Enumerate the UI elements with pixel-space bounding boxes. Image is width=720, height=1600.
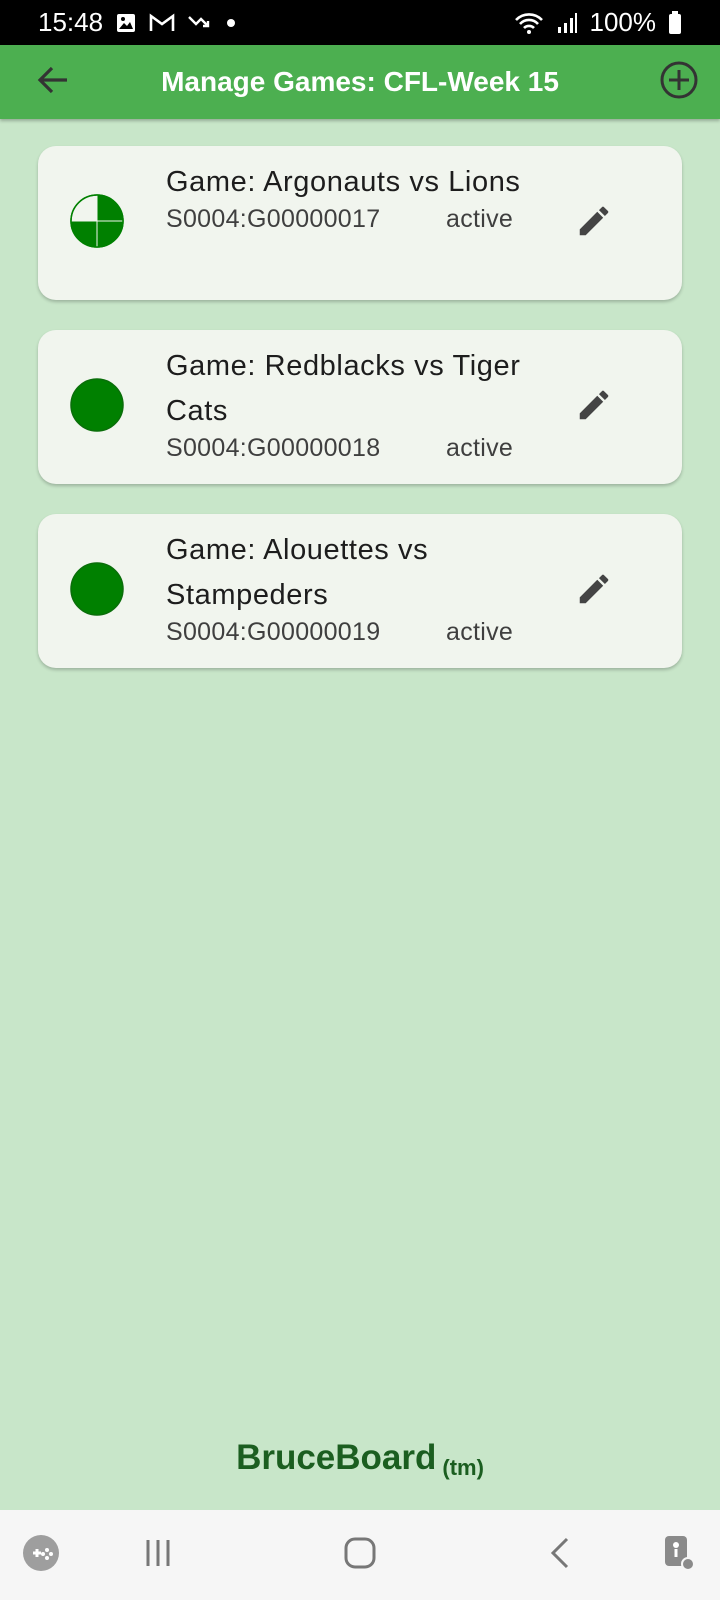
edit-game-button[interactable] [574,387,614,427]
game-title: Game: Argonauts vs Lions [166,166,521,198]
game-card[interactable]: Game: Alouettes vs Stampeders S0004:G000… [38,514,682,668]
image-icon [115,12,137,34]
recents-button[interactable] [133,1530,183,1580]
game-id: S0004:G00000018 [166,434,381,462]
game-launcher-button[interactable] [16,1530,66,1580]
back-icon [543,1535,579,1576]
dot-icon [223,15,239,31]
app-bar: Manage Games: CFL-Week 15 [0,45,720,119]
status-bar: 15:48 100% [0,0,720,45]
full-circle-icon [69,377,125,433]
game-meta: S0004:G00000017 active [166,205,526,234]
nav-back-button[interactable] [536,1530,586,1580]
game-card[interactable]: Game: Argonauts vs Lions S0004:G00000017… [38,146,682,300]
full-circle-icon [69,561,125,617]
battery-percent: 100% [589,7,657,37]
missed-call-icon [187,13,211,33]
battery-icon [668,10,682,35]
pencil-icon [575,570,613,613]
game-id: S0004:G00000017 [166,205,381,233]
game-id: S0004:G00000019 [166,618,381,646]
game-title: Game: Redblacks vs Tiger Cats [166,350,521,427]
page-title: Manage Games: CFL-Week 15 [161,66,559,97]
home-button[interactable] [335,1530,385,1580]
recents-icon [140,1535,176,1576]
status-time: 15:48 [38,7,104,37]
status-bar-right: 100% [514,7,683,38]
gmail-icon [149,12,175,33]
brand-name: BruceBoard [236,1438,437,1477]
game-status: active [446,434,514,462]
game-meta: S0004:G00000019 active [166,618,526,647]
game-card[interactable]: Game: Redblacks vs Tiger Cats S0004:G000… [38,330,682,484]
accessibility-icon [659,1533,699,1578]
quarter-pie-icon [69,193,125,249]
game-status: active [446,205,514,233]
game-status: active [446,618,514,646]
status-bar-left: 15:48 [38,7,239,38]
pencil-icon [575,202,613,245]
home-icon [342,1535,378,1576]
pencil-icon [575,386,613,429]
wifi-icon [514,11,544,35]
back-button[interactable] [30,59,76,105]
edit-game-button[interactable] [574,571,614,611]
brand-tm: (tm) [442,1455,484,1480]
game-info: Game: Alouettes vs Stampeders S0004:G000… [166,528,526,647]
add-game-button[interactable] [656,59,702,105]
footer-brand: BruceBoard (tm) [0,1438,720,1481]
system-nav-bar [0,1510,720,1600]
game-launcher-icon [21,1533,61,1578]
add-circle-icon [659,60,699,105]
game-title: Game: Alouettes vs Stampeders [166,534,429,611]
game-info: Game: Argonauts vs Lions S0004:G00000017… [166,160,526,234]
game-info: Game: Redblacks vs Tiger Cats S0004:G000… [166,344,526,463]
game-meta: S0004:G00000018 active [166,434,526,463]
arrow-back-icon [36,65,70,100]
game-list: Game: Argonauts vs Lions S0004:G00000017… [38,146,682,698]
accessibility-button[interactable] [654,1530,704,1580]
edit-game-button[interactable] [574,203,614,243]
signal-icon [556,12,578,34]
